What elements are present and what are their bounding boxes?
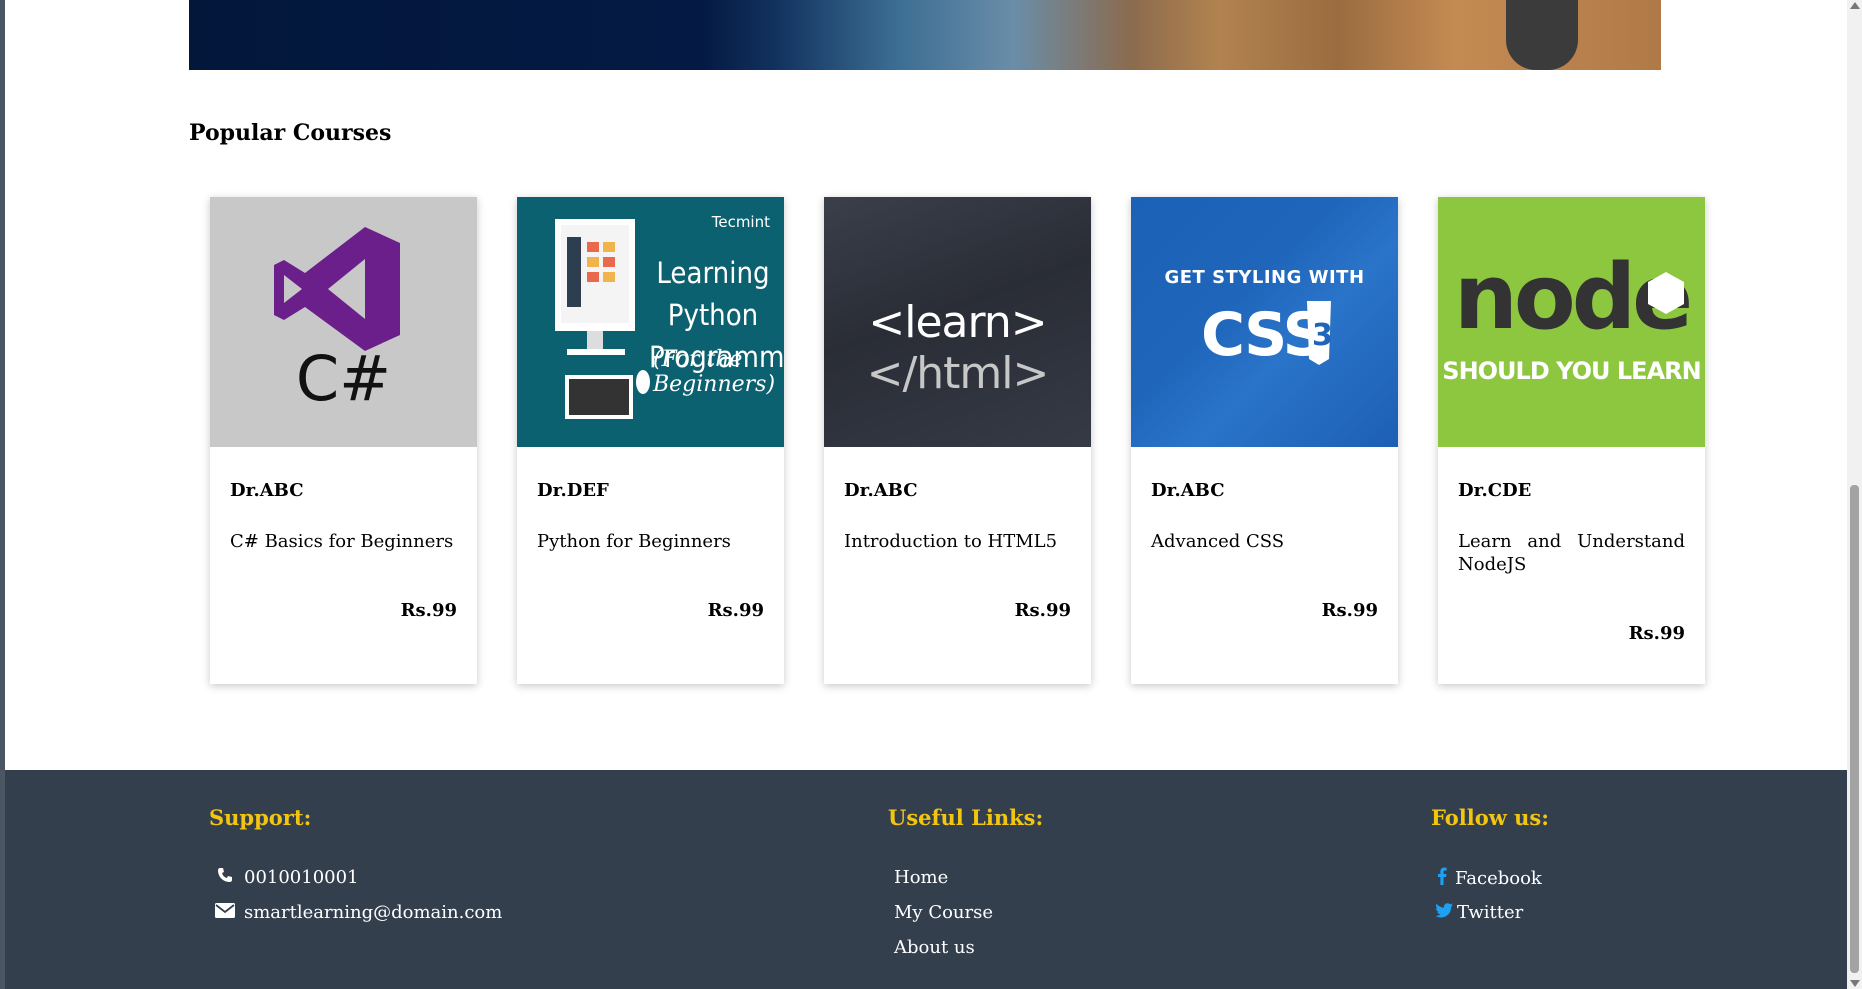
envelope-icon: [214, 902, 236, 923]
course-thumbnail[interactable]: <learn></html>: [824, 197, 1091, 447]
thumbnail-subtext: SHOULD YOU LEARN: [1442, 357, 1701, 385]
course-instructor: Dr.ABC: [1151, 480, 1225, 501]
course-card-html[interactable]: <learn></html> Dr.ABC Introduction to HT…: [824, 197, 1091, 684]
thumbnail-text: C#: [295, 342, 392, 415]
banner-watch-detail: [1506, 0, 1578, 70]
section-title: Popular Courses: [189, 120, 392, 146]
course-instructor: Dr.DEF: [537, 480, 609, 501]
phone-icon: [214, 867, 236, 888]
course-thumbnail[interactable]: GET STYLING WITH CSS 3: [1131, 197, 1398, 447]
footer-link-home[interactable]: Home: [894, 867, 948, 888]
course-thumbnail[interactable]: Tecmint Learning Python Programming (For…: [517, 197, 784, 447]
course-card-css[interactable]: GET STYLING WITH CSS 3 Dr.ABC Advanced C…: [1131, 197, 1398, 684]
thumbnail-subtext: (For the Beginners): [653, 347, 776, 397]
course-price: Rs.99: [707, 600, 764, 621]
course-card-python[interactable]: Tecmint Learning Python Programming (For…: [517, 197, 784, 684]
course-card-csharp[interactable]: C# Dr.ABC C# Basics for Beginners Rs.99: [210, 197, 477, 684]
css3-shield-icon: 3: [1307, 301, 1333, 365]
course-title[interactable]: C# Basics for Beginners: [230, 530, 457, 553]
course-card-nodejs[interactable]: node SHOULD YOU LEARN Dr.CDE Learn and U…: [1438, 197, 1705, 684]
thumbnail-brand: Tecmint: [711, 213, 770, 231]
course-title[interactable]: Introduction to HTML5: [844, 530, 1071, 553]
support-email[interactable]: smartlearning@domain.com: [214, 902, 502, 923]
scroll-up-arrow-icon[interactable]: [1850, 2, 1860, 9]
course-instructor: Dr.ABC: [230, 480, 304, 501]
thumbnail-text-b: </html>: [866, 348, 1050, 399]
course-thumbnail[interactable]: C#: [210, 197, 477, 447]
svg-text:3: 3: [1312, 318, 1333, 353]
scroll-down-arrow-icon[interactable]: [1850, 980, 1860, 987]
facebook-icon: [1435, 867, 1449, 890]
scrollbar-thumb[interactable]: [1850, 485, 1859, 973]
twitter-icon: [1435, 902, 1453, 923]
support-email-text: smartlearning@domain.com: [244, 902, 503, 923]
course-price: Rs.99: [1628, 623, 1685, 644]
support-phone[interactable]: 0010010001: [214, 867, 359, 888]
footer-link-facebook[interactable]: Facebook: [1435, 867, 1542, 890]
twitter-label: Twitter: [1457, 902, 1524, 923]
hero-banner-image: [189, 0, 1661, 70]
course-title[interactable]: Python for Beginners: [537, 530, 764, 553]
course-price: Rs.99: [1321, 600, 1378, 621]
footer-link-about-us[interactable]: About us: [894, 937, 975, 958]
course-thumbnail[interactable]: node SHOULD YOU LEARN: [1438, 197, 1705, 447]
thumbnail-text-a: <learn>: [868, 297, 1047, 348]
useful-links-heading: Useful Links:: [888, 805, 1044, 830]
follow-us-heading: Follow us:: [1431, 805, 1549, 830]
support-heading: Support:: [209, 805, 312, 830]
thumbnail-text: <learn></html>: [824, 297, 1091, 399]
facebook-label: Facebook: [1455, 868, 1542, 889]
course-instructor: Dr.ABC: [844, 480, 918, 501]
course-price: Rs.99: [400, 600, 457, 621]
nodejs-hexagon-icon: [1648, 272, 1684, 314]
footer-link-twitter[interactable]: Twitter: [1435, 902, 1523, 923]
course-instructor: Dr.CDE: [1458, 480, 1532, 501]
support-phone-text: 0010010001: [244, 867, 359, 888]
course-title[interactable]: Learn and Understand NodeJS: [1458, 530, 1685, 576]
page-scrollbar[interactable]: [1847, 0, 1862, 989]
site-footer: Support: 0010010001 smartlearning@domain…: [5, 770, 1847, 989]
course-title[interactable]: Advanced CSS: [1151, 530, 1378, 553]
course-price: Rs.99: [1014, 600, 1071, 621]
footer-link-my-course[interactable]: My Course: [894, 902, 993, 923]
